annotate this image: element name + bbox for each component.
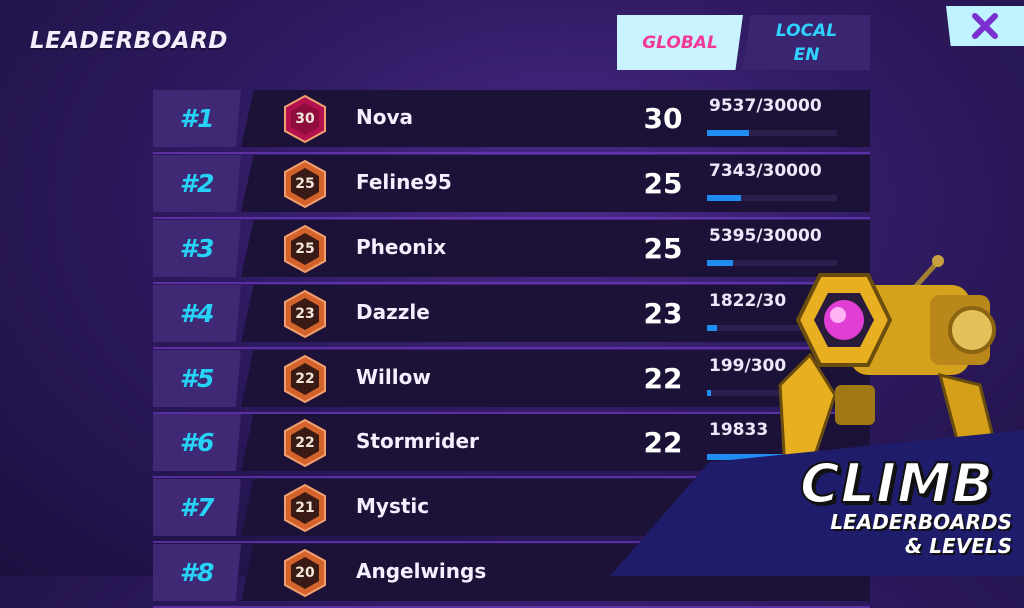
player-level: 30 [643,102,683,135]
xp-progress-bar [707,130,837,136]
player-name: Nova [356,105,414,129]
xp-progress-text: 9537/30000 [709,96,822,116]
row-divider [153,217,870,219]
level-badge-icon: 22 [280,418,330,468]
tab-global[interactable]: GLOBAL [617,15,743,70]
xp-progress-fill [707,130,749,136]
player-level: 25 [643,167,683,200]
level-badge-icon: 25 [280,159,330,209]
xp-progress-text: 5395/30000 [709,226,822,246]
tab-global-label: GLOBAL [642,32,718,53]
player-level: 23 [643,297,683,330]
close-icon [972,13,998,39]
badge-level: 25 [295,176,315,192]
rank-label: #2 [153,155,241,212]
tab-local-label: LOCAL EN [775,20,838,65]
rank-label: #5 [153,350,241,407]
rank-label: #1 [153,90,241,147]
xp-progress-fill [707,325,718,331]
badge-level: 22 [295,435,315,451]
rank-label: #8 [153,544,241,601]
xp-progress-fill [707,390,711,396]
level-badge-icon: 20 [280,548,330,598]
rank-label: #4 [153,285,241,342]
leaderboard-row[interactable]: #1 30 Nova 30 9537/30000 [153,90,870,154]
badge-level: 30 [295,111,315,127]
rank-label: #7 [153,479,241,536]
xp-progress-bar [707,195,837,201]
tab-local[interactable]: LOCAL EN [743,15,870,70]
close-button[interactable] [946,6,1024,46]
level-badge-icon: 30 [280,94,330,144]
xp-progress-fill [707,260,733,266]
leaderboard-row[interactable]: #2 25 Feline95 25 7343/30000 [153,155,870,219]
xp-progress-fill [707,195,741,201]
player-level: 22 [643,426,683,459]
page-title: LEADERBOARD [30,28,228,54]
xp-progress-text: 7343/30000 [709,161,822,181]
player-name: Feline95 [356,170,452,194]
level-badge-icon: 23 [280,289,330,339]
rank-label: #6 [153,414,241,471]
level-badge-icon: 21 [280,483,330,533]
player-name: Dazzle [356,300,430,324]
badge-level: 20 [295,565,315,581]
player-name: Mystic [356,494,430,518]
badge-level: 21 [295,500,315,516]
badge-level: 22 [295,371,315,387]
level-badge-icon: 22 [280,354,330,404]
badge-level: 25 [295,241,315,257]
promo-subtitle: LEADERBOARDS & LEVELS [830,510,1012,558]
level-badge-icon: 25 [280,224,330,274]
player-name: Stormrider [356,429,479,453]
rank-label: #3 [153,220,241,277]
player-level: 25 [643,232,683,265]
player-name: Willow [356,365,431,389]
row-divider [153,152,870,154]
player-level: 22 [643,362,683,395]
player-name: Pheonix [356,235,447,259]
player-name: Angelwings [356,559,487,583]
promo-title: CLIMB [799,451,995,516]
badge-level: 23 [295,306,315,322]
